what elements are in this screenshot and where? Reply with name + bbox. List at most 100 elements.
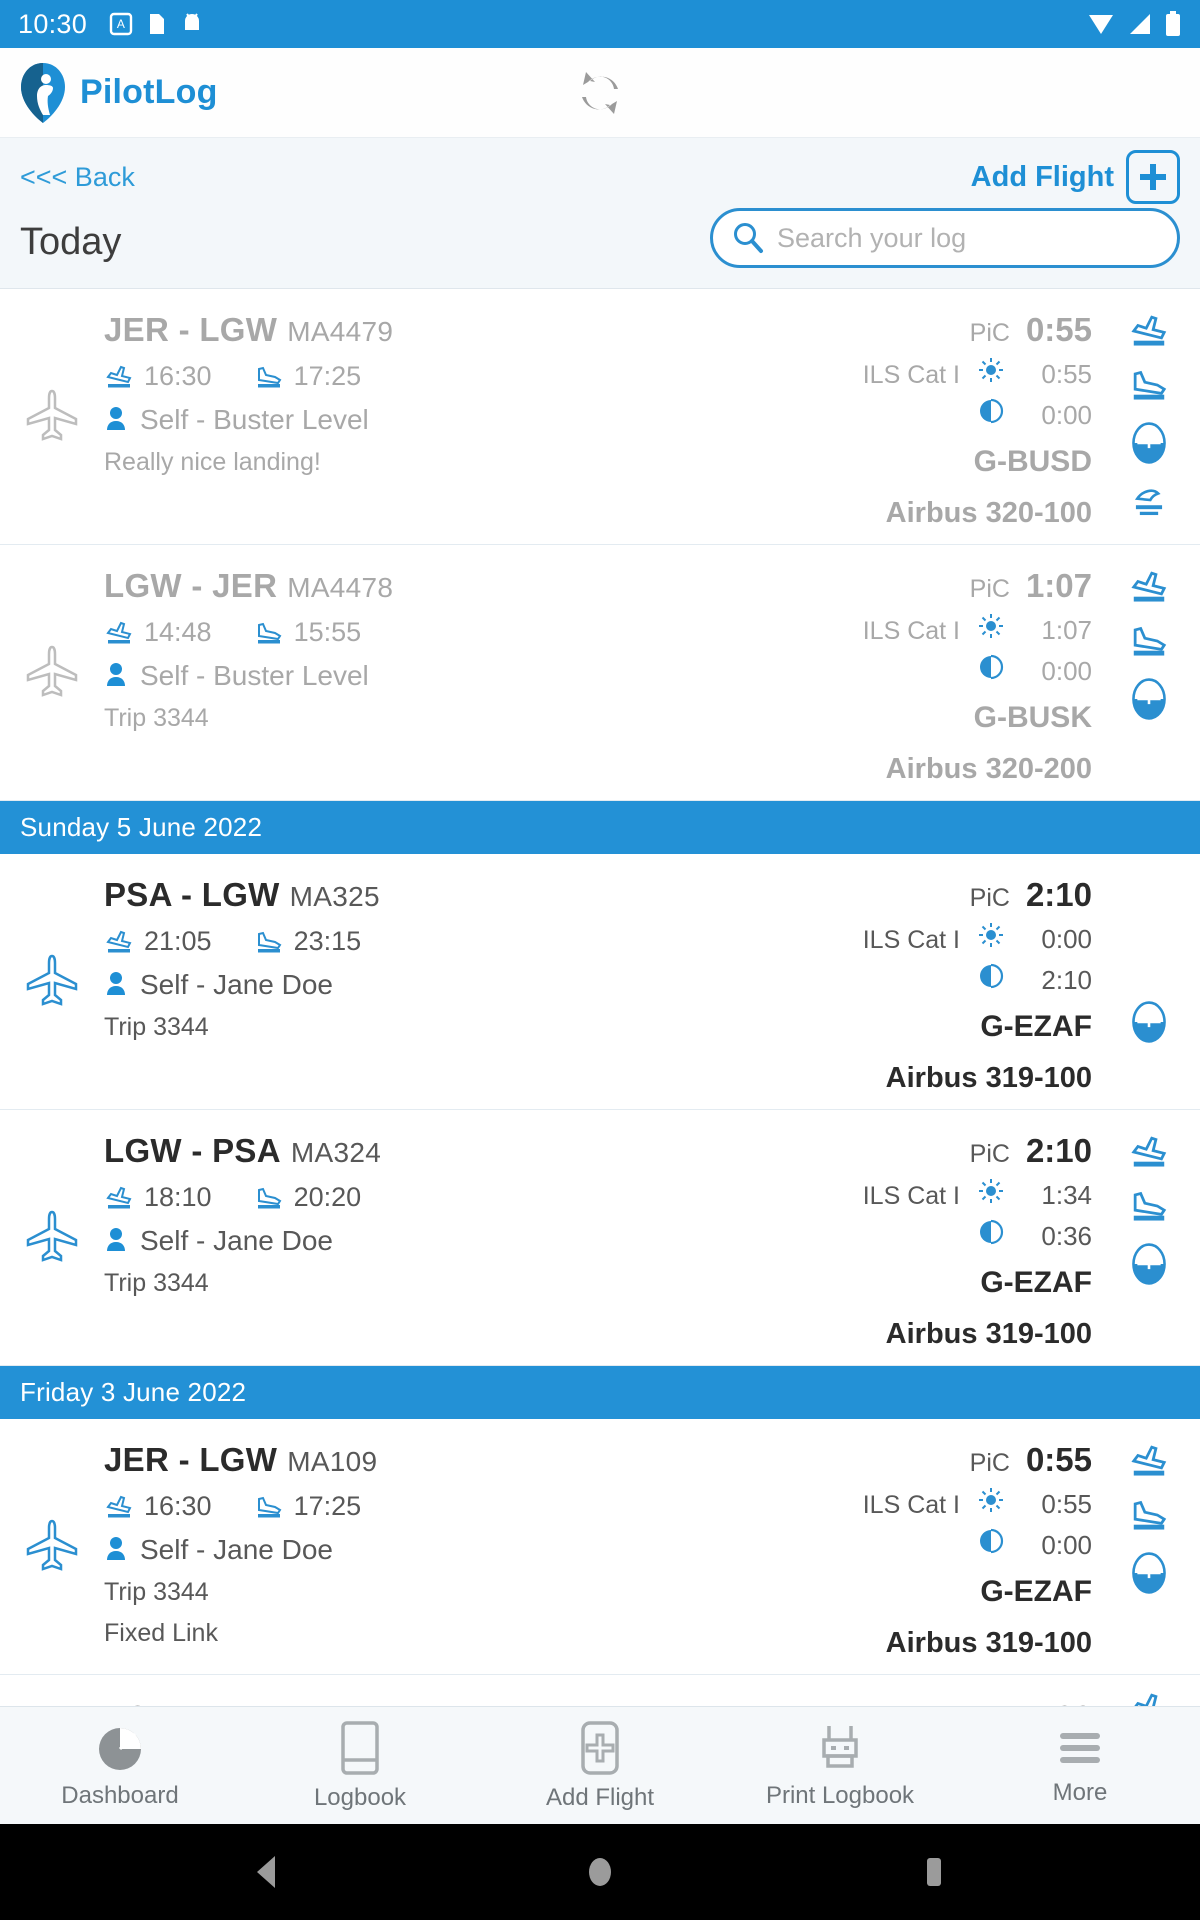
system-recents-icon[interactable]: [917, 1852, 951, 1892]
flight-note: Trip 3344: [104, 1269, 209, 1297]
arrival-time: 17:25: [293, 1491, 362, 1521]
system-home-icon[interactable]: [583, 1852, 617, 1892]
takeoff-icon: [1127, 569, 1171, 605]
search-placeholder-text: Search your log: [777, 222, 967, 253]
system-navigation-bar: [0, 1824, 1200, 1920]
flight-times: 18:10 20:20: [104, 1182, 776, 1213]
moon-icon: [976, 398, 1006, 424]
flight-note: Trip 3344: [104, 704, 209, 732]
departure-time: 21:05: [144, 926, 212, 956]
sun-icon: [976, 1487, 1006, 1513]
add-flight-label: Add Flight: [970, 160, 1114, 193]
aircraft-type: Airbus 320-100: [885, 497, 1092, 529]
aircraft-plane-icon: [0, 1124, 104, 1351]
approach-type: ILS Cat I: [862, 361, 960, 389]
pilot-role: PiC: [969, 1449, 1010, 1477]
table-row[interactable]: PSA - LGW MA325 21:05 23:15 Self - Jane …: [0, 854, 1200, 1110]
table-row-partial[interactable]: LGW - JERMA109 PiC 1:00: [0, 1675, 1200, 1706]
flight-note: Trip 3344: [104, 1013, 209, 1041]
approach-type: ILS Cat I: [862, 1182, 960, 1210]
total-time: 1:00: [1026, 1699, 1092, 1706]
flight-times: 14:48 15:55: [104, 617, 776, 648]
aircraft-type: Airbus 319-100: [885, 1062, 1092, 1094]
departure-time: 16:30: [144, 1491, 212, 1521]
sun-icon: [976, 357, 1006, 383]
nav-item-more[interactable]: More: [960, 1725, 1200, 1807]
svg-text:A: A: [117, 17, 125, 31]
sync-refresh-icon[interactable]: [572, 67, 628, 119]
nav-label-add-flight: Add Flight: [545, 1783, 655, 1811]
table-row[interactable]: LGW - JER MA4478 14:48 15:55 Self - Bust…: [0, 545, 1200, 801]
nav-item-logbook[interactable]: Logbook: [240, 1720, 480, 1812]
arrival-time: 23:15: [293, 926, 362, 956]
takeoff-icon: [1127, 313, 1171, 349]
flight-badges: [1106, 868, 1192, 1095]
system-back-icon[interactable]: [249, 1852, 283, 1892]
flight-crew: Self - Buster Level: [104, 660, 776, 692]
status-bar-clock: 10:30: [18, 8, 88, 39]
add-flight-plus-icon: [578, 1720, 622, 1776]
flight-crew: Self - Jane Doe: [104, 969, 776, 1001]
nav-item-add-flight[interactable]: Add Flight: [480, 1720, 720, 1812]
aircraft-type: Airbus 319-100: [885, 1627, 1092, 1659]
aircraft-plane-icon: [0, 559, 104, 786]
page-title: Today: [20, 221, 122, 263]
status-bar-left-icons: A: [109, 11, 203, 37]
bottom-navigation-bar: Dashboard Logbook Add Flight Print Logbo…: [0, 1706, 1200, 1824]
pilotlog-logo-icon: [20, 62, 66, 124]
flight-times: 21:05 23:15: [104, 926, 776, 957]
route-text: PSA - LGW: [104, 876, 280, 913]
usb-debug-icon: [181, 11, 203, 37]
back-button[interactable]: <<< Back: [20, 162, 135, 193]
nav-label-print-logbook: Print Logbook: [765, 1781, 915, 1809]
approach-icon: [1129, 1000, 1169, 1044]
landing-icon: [1127, 367, 1171, 403]
table-row[interactable]: LGW - PSA MA324 18:10 20:20 Self - Jane …: [0, 1110, 1200, 1366]
nav-item-print-logbook[interactable]: Print Logbook: [720, 1722, 960, 1810]
approach-type: ILS Cat I: [862, 617, 960, 645]
flight-number: MA324: [290, 1137, 382, 1168]
night-time: 2:10: [1041, 965, 1092, 995]
landing-icon: [254, 620, 284, 646]
aircraft-registration: G-EZAF: [980, 1266, 1092, 1299]
person-icon: [104, 1536, 128, 1564]
departure-time: 14:48: [144, 617, 212, 647]
person-icon: [104, 1227, 128, 1255]
landing-icon: [254, 1185, 284, 1211]
approach-icon: [1129, 421, 1169, 465]
approach-icon: [1129, 1551, 1169, 1595]
pilot-role: PiC: [969, 319, 1010, 347]
search-input[interactable]: Search your log: [710, 208, 1180, 268]
takeoff-icon: [104, 1185, 134, 1211]
sub-header: <<< Back Add Flight Today Search your lo…: [0, 138, 1200, 289]
status-bar-right-icons: [1086, 10, 1182, 38]
flight-badges: [1106, 1691, 1192, 1706]
takeoff-icon: [104, 1494, 134, 1520]
plus-icon: [1126, 150, 1180, 204]
pilot-role: PiC: [969, 884, 1010, 912]
flight-times: 16:30 17:25: [104, 1491, 776, 1522]
moon-icon: [976, 963, 1006, 989]
date-header-sunday: Sunday 5 June 2022: [0, 801, 1200, 854]
flight-route: PSA - LGW MA325: [104, 876, 776, 914]
flight-number: MA109: [287, 1704, 377, 1706]
flight-list[interactable]: JER - LGW MA4479 16:30 17:25 Self - Bust…: [0, 289, 1200, 1706]
hamburger-menu-icon: [1054, 1725, 1106, 1771]
nav-label-logbook: Logbook: [313, 1783, 407, 1811]
flight-route: LGW - PSA MA324: [104, 1132, 776, 1170]
table-row[interactable]: JER - LGW MA4479 16:30 17:25 Self - Bust…: [0, 289, 1200, 545]
takeoff-icon: [1127, 1691, 1171, 1706]
signal-icon: [1126, 11, 1154, 37]
table-row[interactable]: JER - LGW MA109 16:30 17:25 Self - Jane …: [0, 1419, 1200, 1675]
route-text: JER - LGW: [104, 1441, 278, 1478]
search-icon: [731, 221, 765, 255]
landing-icon: [1127, 1188, 1171, 1224]
departure-time: 18:10: [144, 1182, 212, 1212]
add-flight-button[interactable]: Add Flight: [971, 150, 1180, 204]
person-icon: [104, 971, 128, 999]
nav-item-dashboard[interactable]: Dashboard: [0, 1722, 240, 1810]
aircraft-registration: G-BUSK: [973, 701, 1092, 734]
aircraft-type: Airbus 320-200: [885, 753, 1092, 785]
day-time: 1:34: [1041, 1180, 1092, 1210]
arrival-time: 20:20: [293, 1182, 362, 1212]
